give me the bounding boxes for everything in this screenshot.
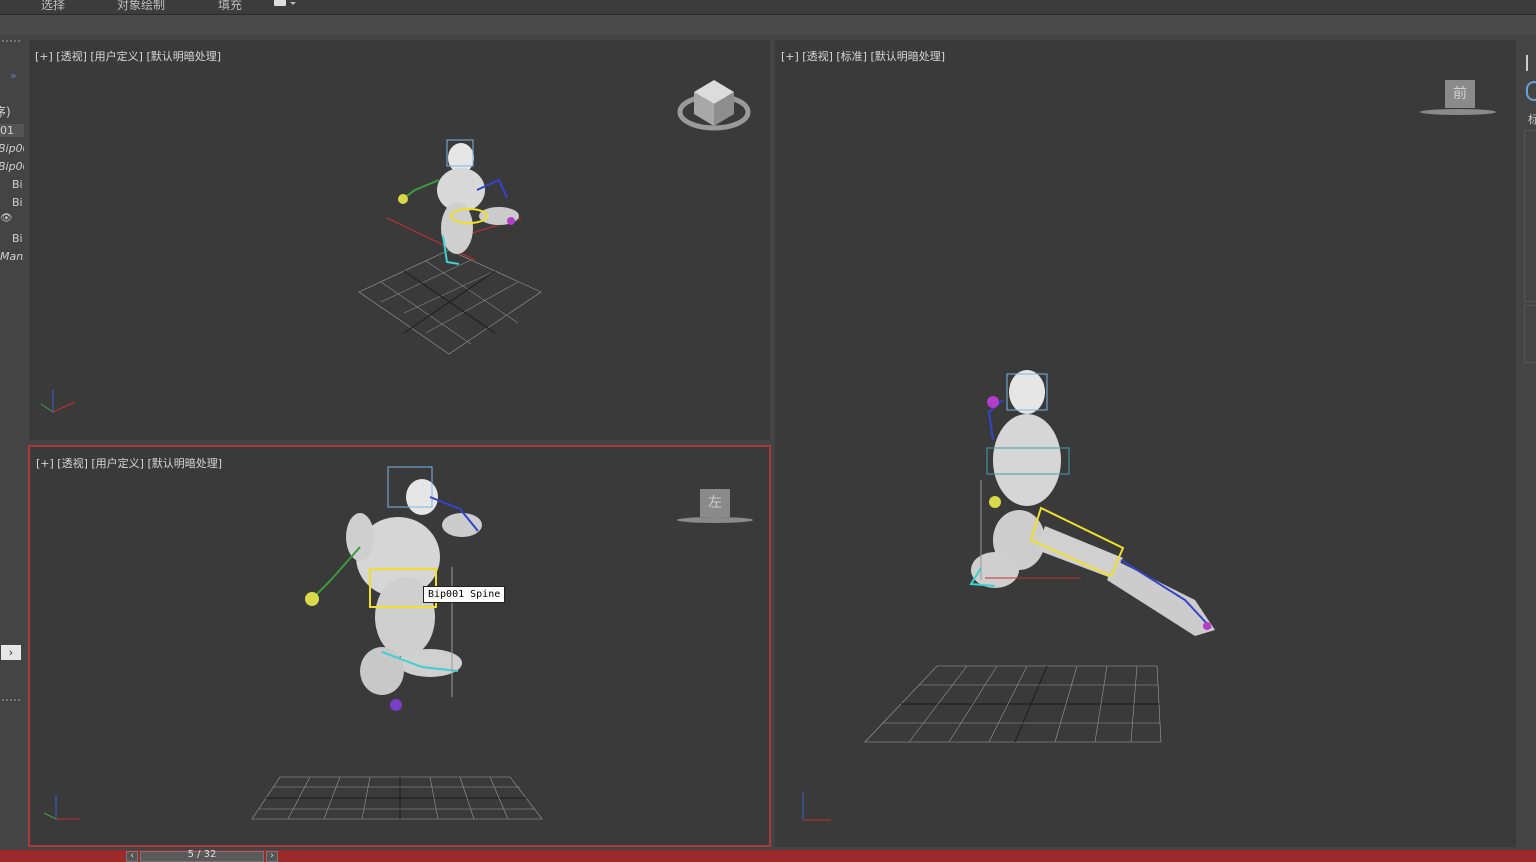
axis-tripod-icon — [40, 390, 76, 413]
biped-figure — [386, 139, 522, 265]
axis-tripod-icon — [43, 795, 80, 820]
command-panel: 标 — [1520, 35, 1536, 850]
home-grid — [358, 249, 542, 355]
viewport-scene — [802, 109, 1496, 821]
rollout-scroll[interactable] — [1524, 130, 1536, 302]
list-item[interactable]: Bi — [12, 196, 23, 209]
home-grid — [251, 776, 543, 820]
rollout-scroll-2[interactable] — [1524, 305, 1536, 363]
expand-icon[interactable]: » — [10, 69, 17, 82]
viewcube-icon — [677, 80, 751, 131]
panel-label: 标 — [1528, 113, 1536, 126]
menu-populate[interactable]: 填充 — [218, 0, 242, 12]
axis-tripod-icon — [802, 792, 831, 821]
object-tooltip: Bip001 Spine — [423, 586, 506, 603]
panel-grip[interactable] — [2, 40, 20, 42]
time-slider[interactable]: 5 / 32 — [140, 849, 264, 862]
ribbon-strip — [0, 15, 1536, 35]
scene-explorer-panel: » 序) 01 Bip00 Bip00 Bi Bi 👁 Bi Mani › — [0, 35, 24, 850]
visibility-eye-icon[interactable]: 👁 — [0, 213, 13, 224]
viewport-scene — [43, 466, 753, 820]
biped-figure — [969, 370, 1215, 636]
list-item[interactable]: Mani — [0, 250, 24, 263]
time-prev-button[interactable]: ‹ — [126, 851, 138, 862]
menu-bar: 选择 对象绘制 填充 — [0, 0, 1536, 15]
viewport-top-left[interactable]: [+] [透视] [用户定义] [默认明暗处理] — [29, 40, 770, 440]
list-item[interactable]: 01 — [0, 124, 24, 137]
time-slider-label: 5 / 32 — [187, 849, 217, 860]
list-item[interactable]: Bip00 — [0, 160, 24, 173]
sort-header[interactable]: 序) — [0, 103, 11, 120]
menu-select[interactable]: 选择 — [41, 0, 65, 12]
viewport-bottom-left[interactable]: [+] [透视] [用户定义] [默认明暗处理] 左 — [28, 445, 771, 847]
expand-panel-button[interactable]: › — [1, 645, 21, 660]
create-tab-icon[interactable] — [1526, 55, 1536, 71]
list-item[interactable]: Bi — [12, 232, 23, 245]
ribbon-options-icon[interactable] — [272, 0, 298, 12]
panel-grip-bottom[interactable] — [2, 699, 20, 701]
menu-object-paint[interactable]: 对象绘制 — [117, 0, 165, 12]
viewport-right[interactable]: [+] [透视] [标准] [默认明暗处理] 前 — [775, 40, 1516, 847]
time-next-button[interactable]: › — [266, 851, 278, 862]
geometry-icon[interactable] — [1526, 81, 1536, 101]
viewport-scene — [40, 80, 751, 413]
list-item[interactable]: Bip00 — [0, 142, 24, 155]
home-grid — [864, 665, 1162, 743]
list-item[interactable]: Bi — [12, 178, 23, 191]
